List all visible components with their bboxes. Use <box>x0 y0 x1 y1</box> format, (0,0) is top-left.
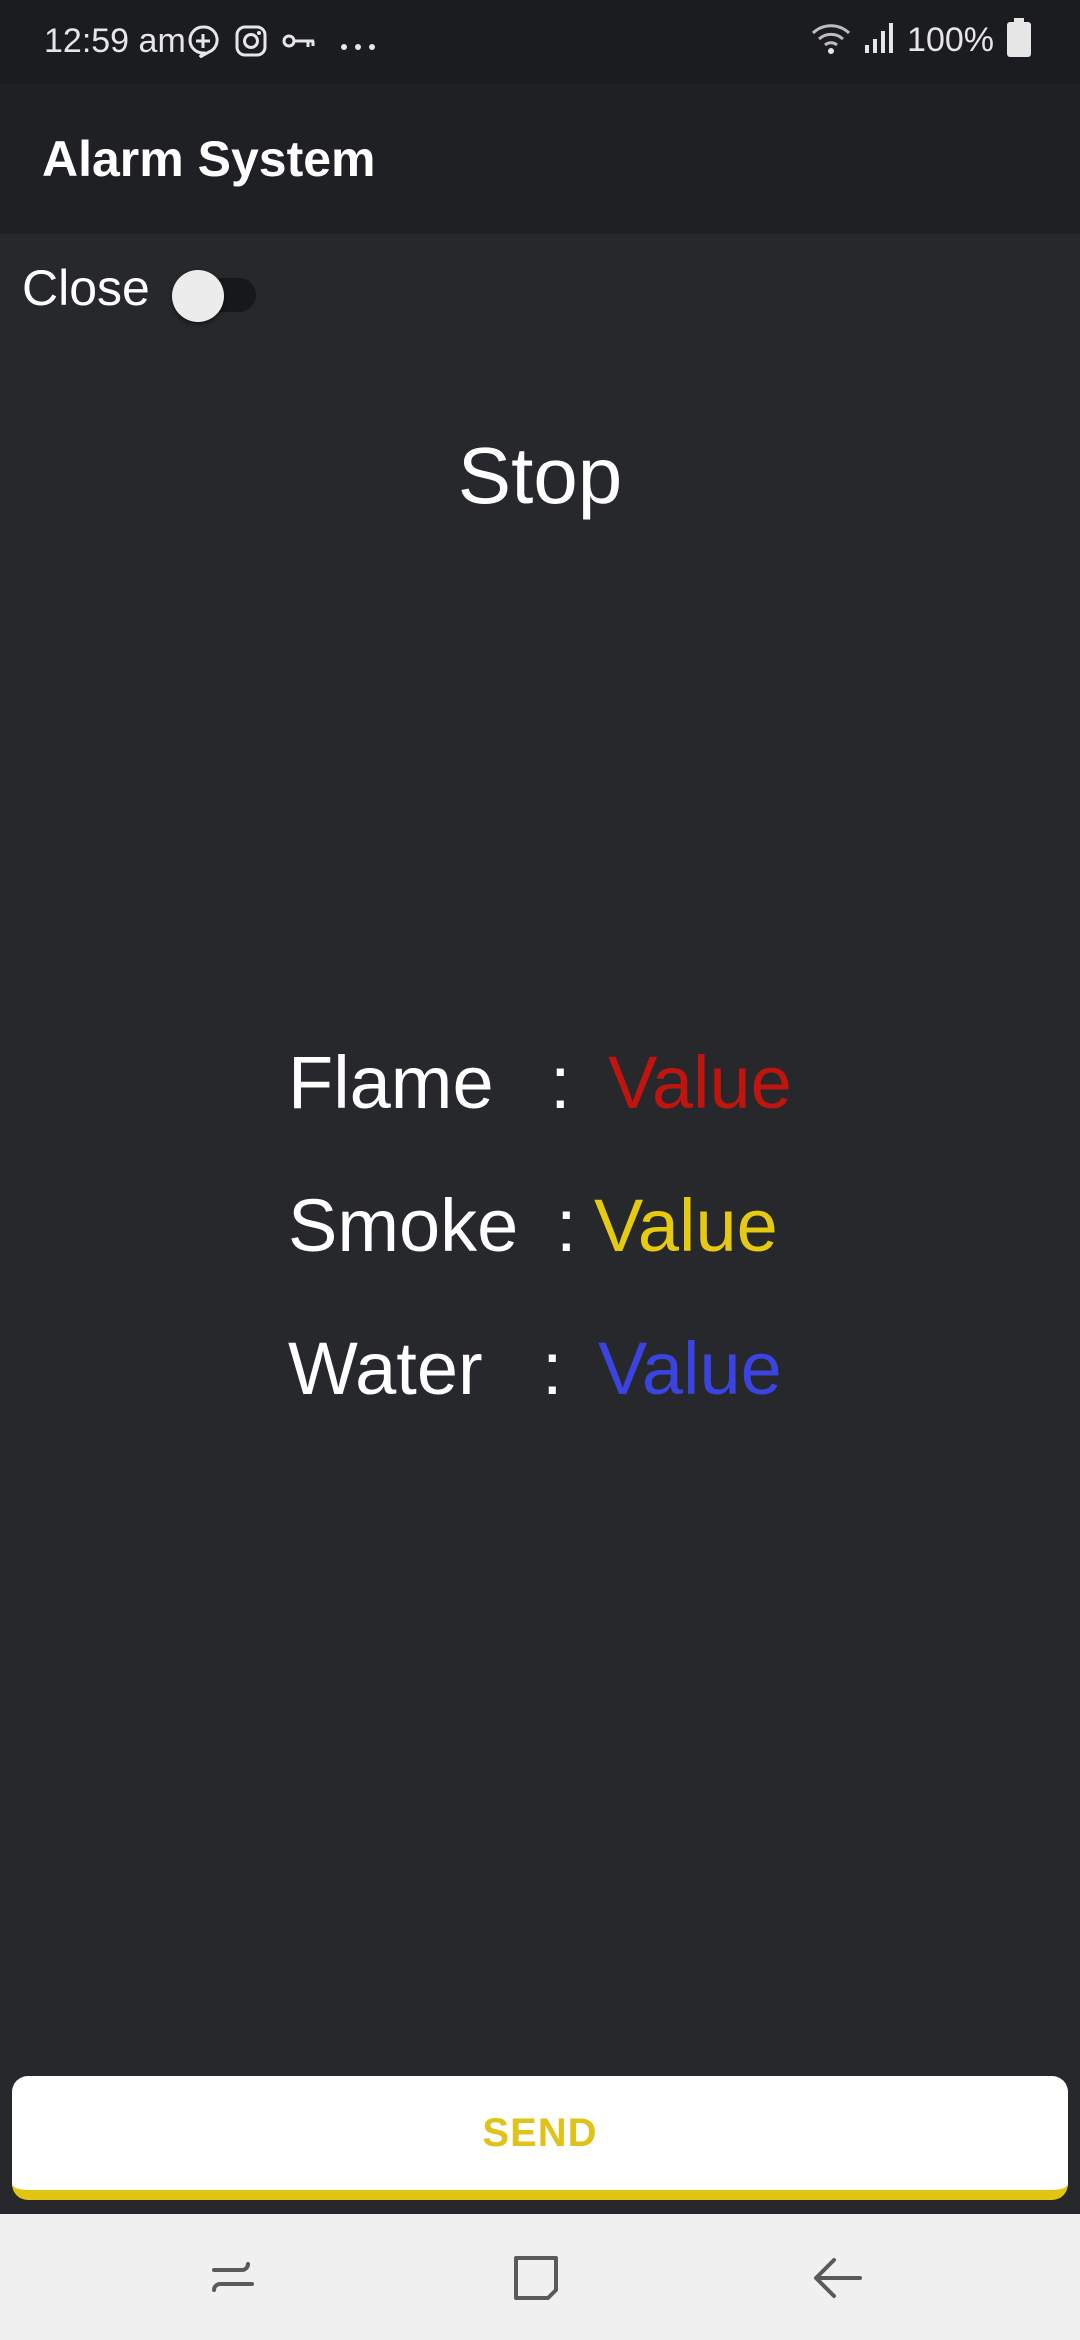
smoke-label: Smoke <box>288 1184 519 1267</box>
wifi-icon <box>811 21 851 60</box>
recent-apps-icon[interactable] <box>204 2248 264 2308</box>
smoke-value: Value <box>594 1184 778 1267</box>
back-icon[interactable] <box>808 2248 868 2308</box>
water-colon: : <box>542 1327 563 1410</box>
flame-colon: : <box>550 1041 571 1124</box>
send-button-label: SEND <box>482 2110 598 2155</box>
vpn-key-icon <box>282 30 316 57</box>
alarm-status-text: Stop <box>457 431 623 520</box>
navigation-bar <box>0 2214 1080 2340</box>
battery-percent: 100% <box>907 21 994 59</box>
status-time: 12:59 am <box>44 22 186 60</box>
more-dots-icon <box>340 38 380 56</box>
switch-thumb <box>171 270 224 322</box>
flame-value: Value <box>608 1041 792 1124</box>
app-bar: Alarm System <box>0 84 1080 234</box>
water-label: Water <box>288 1327 483 1410</box>
chat-plus-icon <box>186 24 220 63</box>
water-value: Value <box>598 1327 782 1410</box>
signal-icon <box>863 21 895 60</box>
instagram-icon <box>234 24 268 63</box>
send-button[interactable]: SEND <box>12 2076 1068 2200</box>
status-bar: 12:59 am 100% <box>0 0 1080 84</box>
close-toggle-switch[interactable] <box>171 266 258 322</box>
flame-label: Flame <box>288 1041 494 1124</box>
switch-label: Close <box>22 260 150 316</box>
battery-icon <box>1006 18 1032 63</box>
smoke-colon: : <box>556 1184 577 1267</box>
close-switch-row[interactable]: Close <box>22 258 258 322</box>
app-title: Alarm System <box>42 131 376 187</box>
home-icon[interactable] <box>506 2248 566 2308</box>
